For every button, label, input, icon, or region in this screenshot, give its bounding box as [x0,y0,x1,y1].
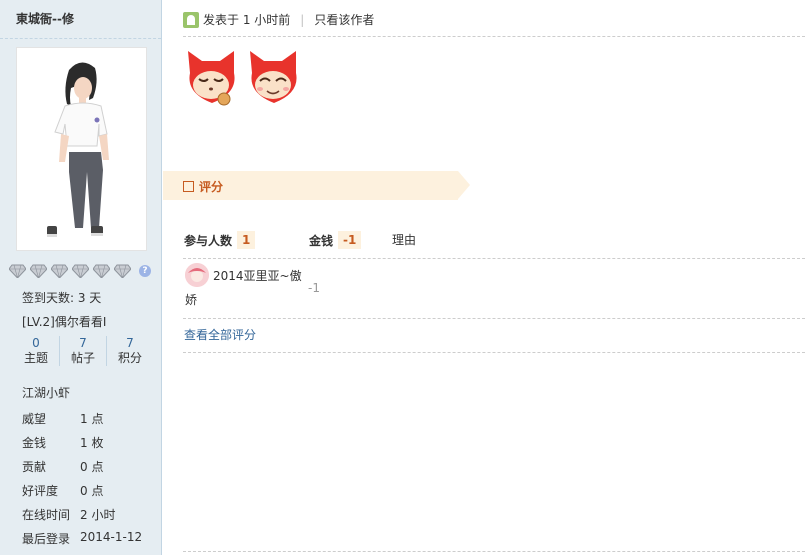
view-all-ratings-link[interactable]: 查看全部评分 [184,326,256,343]
profile-row: 好评度 0 点 [22,484,104,498]
divider [183,318,805,319]
divider [183,258,805,259]
rater-money-value: -1 [308,281,320,295]
rating-icon [183,181,194,192]
profile-row: 威望 1 点 [22,412,104,426]
stat-threads[interactable]: 0 主题 [13,336,59,366]
author-avatar[interactable] [16,47,147,251]
rating-participants: 参与人数 1 [184,231,256,249]
stat-posts[interactable]: 7 帖子 [59,336,106,366]
avatar-figure [47,62,109,237]
medal-row [9,264,131,278]
rater-name-continued[interactable]: 娇 [185,291,197,308]
rater-avatar[interactable] [185,263,209,287]
user-rank: 江湖小虾 [22,386,71,400]
only-author-link[interactable]: 只看该作者 [314,11,374,28]
divider [183,551,805,552]
divider: | [300,12,305,27]
diamond-icon [9,264,26,278]
post-time: 发表于 1 小时前 [203,13,291,27]
post-header: 发表于 1 小时前 | 只看该作者 [183,11,374,28]
diamond-icon [51,264,68,278]
profile-row: 在线时间 2 小时 [22,508,116,522]
participants-count: 1 [237,231,256,249]
user-level[interactable]: [LV.2]偶尔看看I [22,313,106,330]
signin-days: 签到天数: 3 天 [22,291,102,305]
rater-name[interactable]: 2014亚里亚~傲 [213,267,302,284]
diamond-icon [93,264,110,278]
divider [183,352,805,353]
divider [183,36,805,37]
online-user-icon [183,11,199,28]
diamond-icon [114,264,131,278]
fox-happy-emoticon [250,51,297,103]
stat-points[interactable]: 7 积分 [106,336,153,366]
diamond-icon [72,264,89,278]
rating-reason-header: 理由 [392,233,417,247]
author-name[interactable]: 東城衙--修 [0,0,161,39]
money-total: -1 [338,231,362,249]
profile-row: 最后登录 2014-1-12 [22,530,143,546]
user-stats: 0 主题 7 帖子 7 积分 [13,336,153,366]
profile-row: 金钱 1 枚 [22,436,104,450]
fox-sleepy-emoticon [188,51,235,106]
rating-money: 金钱 -1 [309,231,362,249]
author-sidebar: 東城衙--修 ? 签到天数: 3 天 [LV.2]偶尔看看I 0 主题 7 帖子… [0,0,162,555]
help-icon[interactable]: ? [139,265,151,277]
profile-row: 贡献 0 点 [22,460,104,474]
diamond-icon [30,264,47,278]
rating-title: 评分 [183,178,223,195]
post-content: 发表于 1 小时前 | 只看该作者 评分 参与人数 1 金钱 -1 理由 201… [163,0,805,555]
